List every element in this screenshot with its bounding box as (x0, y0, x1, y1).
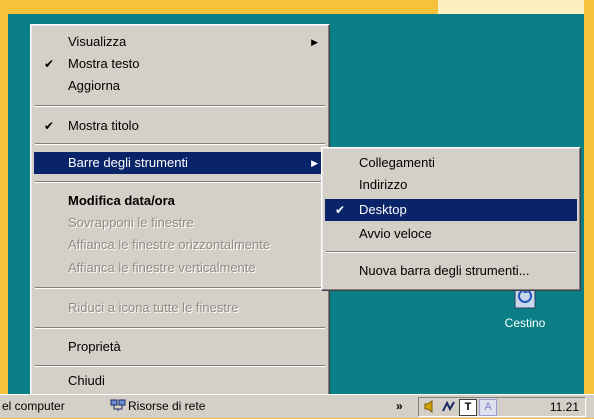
menu-item-label: Indirizzo (359, 177, 408, 192)
taskbar[interactable]: el computer Risorse di rete » T A 11.21 (0, 394, 594, 418)
frame-accent (438, 0, 594, 14)
network-icon[interactable] (110, 399, 126, 415)
chevron-icon[interactable]: » (396, 399, 403, 413)
menu-separator (35, 287, 325, 289)
menu-item-barre-degli-strumenti[interactable]: Barre degli strumenti ▶ (34, 152, 326, 174)
menu-item-label: Avvio veloce (359, 226, 432, 241)
taskbar-item-computer[interactable]: el computer (2, 399, 65, 413)
menu-separator (35, 105, 325, 107)
menu-item-label: Nuova barra degli strumenti... (359, 263, 530, 278)
menu-item-label: Mostra titolo (68, 118, 139, 133)
check-icon: ✔ (335, 203, 346, 217)
menu-separator (35, 143, 325, 145)
menu-item-label: Affianca le finestre orizzontalmente (68, 237, 271, 252)
menu-item-label: Mostra testo (68, 56, 140, 71)
menu-item-modifica-data-ora[interactable]: Modifica data/ora (34, 190, 326, 212)
frame-right (584, 0, 594, 417)
menu-item-label: Collegamenti (359, 155, 435, 170)
menu-item-mostra-testo[interactable]: ✔ Mostra testo (34, 53, 326, 75)
menu-item-sovrapponi[interactable]: Sovrapponi le finestre (34, 212, 326, 234)
menu-separator (35, 181, 325, 183)
menu-item-label: Proprietà (68, 339, 121, 354)
taskbar-item-risorse-di-rete[interactable]: Risorse di rete (128, 399, 205, 413)
check-icon: ✔ (44, 57, 55, 71)
submenu-item-indirizzo[interactable]: Indirizzo (325, 174, 577, 196)
menu-item-aggiorna[interactable]: Aggiorna (34, 75, 326, 97)
system-tray: T A 11.21 (418, 397, 586, 417)
menu-item-affianca-orizzontalmente[interactable]: Affianca le finestre orizzontalmente (34, 234, 326, 256)
submenu-item-nuova-barra[interactable]: Nuova barra degli strumenti... (325, 260, 577, 282)
menu-separator (35, 365, 325, 367)
menu-item-proprieta[interactable]: Proprietà (34, 336, 326, 358)
menu-item-riduci-a-icona[interactable]: Riduci a icona tutte le finestre (34, 297, 326, 319)
submenu-item-avvio-veloce[interactable]: Avvio veloce (325, 223, 577, 245)
clock[interactable]: 11.21 (550, 400, 579, 414)
menu-item-label: Modifica data/ora (68, 193, 175, 208)
menu-item-label: Riduci a icona tutte le finestre (68, 300, 239, 315)
submenu-arrow-icon: ▶ (311, 158, 318, 168)
recycle-bin-label: Cestino (504, 316, 546, 330)
menu-item-label: Aggiorna (68, 78, 121, 93)
menu-item-label: Barre degli strumenti (68, 155, 188, 170)
text-input-icon[interactable]: T (459, 399, 477, 416)
menu-item-label: Desktop (359, 202, 407, 217)
language-indicator-icon[interactable]: A (479, 399, 497, 416)
submenu-item-collegamenti[interactable]: Collegamenti (325, 152, 577, 174)
menu-separator (35, 327, 325, 329)
check-icon: ✔ (44, 119, 55, 133)
network-status-icon[interactable] (441, 399, 457, 414)
menu-item-label: Affianca le finestre verticalmente (68, 260, 256, 275)
menu-item-mostra-titolo[interactable]: ✔ Mostra titolo (34, 115, 326, 137)
menu-item-label: Sovrapponi le finestre (68, 215, 194, 230)
menu-item-label: Chiudi (68, 373, 105, 388)
taskbar-context-menu: Visualizza ▶ ✔ Mostra testo Aggiorna ✔ M… (30, 24, 330, 400)
menu-item-visualizza[interactable]: Visualizza ▶ (34, 31, 326, 53)
submenu-arrow-icon: ▶ (311, 37, 318, 47)
toolbars-submenu: Collegamenti Indirizzo ✔ Desktop Avvio v… (321, 147, 581, 291)
menu-separator (326, 251, 576, 253)
frame-left (0, 0, 8, 417)
menu-item-affianca-verticalmente[interactable]: Affianca le finestre verticalmente (34, 257, 326, 279)
menu-item-label: Visualizza (68, 34, 127, 49)
submenu-item-desktop[interactable]: ✔ Desktop (325, 199, 577, 221)
speaker-icon[interactable] (423, 399, 439, 414)
menu-item-chiudi[interactable]: Chiudi (34, 370, 326, 392)
